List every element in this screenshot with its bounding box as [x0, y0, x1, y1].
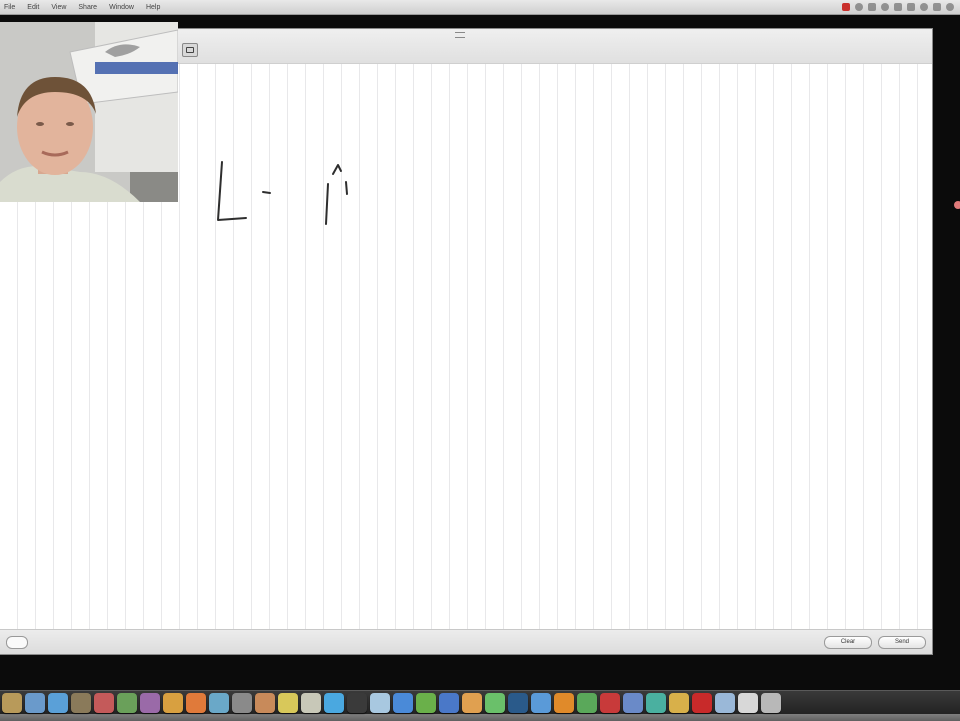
- mail-icon[interactable]: [71, 693, 91, 713]
- ink-stroke: [262, 191, 271, 194]
- calendar-icon[interactable]: [117, 693, 137, 713]
- documents-stack-icon[interactable]: [738, 693, 758, 713]
- clock-icon[interactable]: [920, 3, 928, 11]
- spotlight-icon[interactable]: [946, 3, 954, 11]
- itunes-icon[interactable]: [209, 693, 229, 713]
- menu-share[interactable]: Share: [78, 4, 97, 11]
- ink-stroke: [332, 164, 342, 175]
- expand-button[interactable]: [6, 636, 28, 649]
- ink-stroke: [345, 181, 348, 195]
- photo-capture-icon[interactable]: [182, 43, 198, 57]
- menu-bar: File Edit View Share Window Help: [0, 0, 960, 15]
- volume-icon[interactable]: [894, 3, 902, 11]
- system-preferences-icon[interactable]: [232, 693, 252, 713]
- ink-stroke: [325, 183, 329, 225]
- evernote-icon[interactable]: [416, 693, 436, 713]
- dock-icons: [2, 693, 781, 713]
- trash-icon[interactable]: [761, 693, 781, 713]
- ink-stroke: [217, 161, 247, 221]
- recording-indicator-icon[interactable]: [842, 3, 850, 11]
- resize-grip-icon[interactable]: [455, 32, 465, 38]
- time-machine-icon[interactable]: [881, 3, 889, 11]
- dropbox-icon[interactable]: [393, 693, 413, 713]
- skype-icon[interactable]: [324, 693, 344, 713]
- filezilla-icon[interactable]: [600, 693, 620, 713]
- notes-icon[interactable]: [278, 693, 298, 713]
- photo-booth-icon[interactable]: [140, 693, 160, 713]
- folder-icon[interactable]: [370, 693, 390, 713]
- chrome-icon[interactable]: [163, 693, 183, 713]
- send-button[interactable]: Send: [878, 636, 926, 649]
- menu-help[interactable]: Help: [146, 4, 160, 11]
- user-icon[interactable]: [933, 3, 941, 11]
- vlc-icon[interactable]: [554, 693, 574, 713]
- numbers-icon[interactable]: [485, 693, 505, 713]
- finder-icon[interactable]: [2, 693, 22, 713]
- firefox-icon[interactable]: [186, 693, 206, 713]
- launchpad-icon[interactable]: [25, 693, 45, 713]
- acrobat-icon[interactable]: [692, 693, 712, 713]
- screenflow-icon[interactable]: [669, 693, 689, 713]
- dock: [0, 690, 960, 721]
- clear-button[interactable]: Clear: [824, 636, 872, 649]
- menu-view[interactable]: View: [51, 4, 66, 11]
- keynote-icon[interactable]: [439, 693, 459, 713]
- status-menu-icons: [842, 3, 960, 11]
- app-store-icon[interactable]: [531, 693, 551, 713]
- wifi-icon[interactable]: [855, 3, 863, 11]
- bluetooth-icon[interactable]: [868, 3, 876, 11]
- menu-window[interactable]: Window: [109, 4, 134, 11]
- menu-items: File Edit View Share Window Help: [0, 4, 160, 11]
- ftp-icon[interactable]: [623, 693, 643, 713]
- webcam-video-feed: [0, 22, 178, 202]
- facetime-icon[interactable]: [577, 693, 597, 713]
- preview-icon[interactable]: [255, 693, 275, 713]
- terminal-icon[interactable]: [347, 693, 367, 713]
- photoshop-icon[interactable]: [508, 693, 528, 713]
- downloads-stack-icon[interactable]: [715, 693, 735, 713]
- battery-icon[interactable]: [907, 3, 915, 11]
- address-book-icon[interactable]: [94, 693, 114, 713]
- window-edge-indicator: [954, 201, 960, 209]
- presenter-video-frame: [0, 22, 178, 202]
- window-bottom-bar: Clear Send: [0, 629, 932, 654]
- textedit-icon[interactable]: [301, 693, 321, 713]
- camtasia-icon[interactable]: [646, 693, 666, 713]
- safari-icon[interactable]: [48, 693, 68, 713]
- pages-icon[interactable]: [462, 693, 482, 713]
- menu-file[interactable]: File: [4, 4, 15, 11]
- menu-edit[interactable]: Edit: [27, 4, 39, 11]
